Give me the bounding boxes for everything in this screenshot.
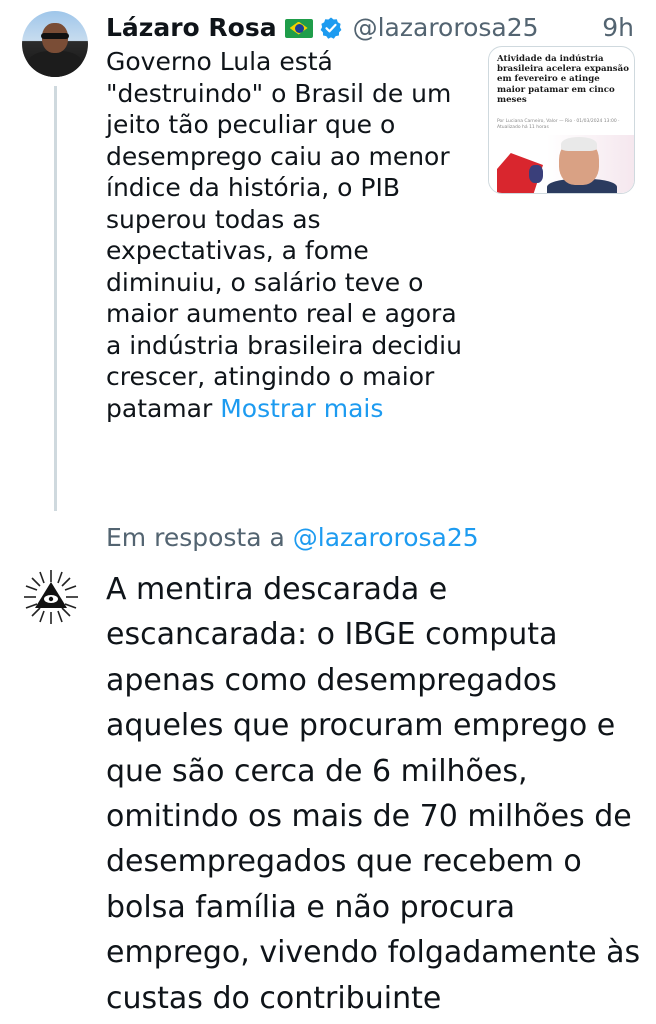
tweet-header: Lázaro Rosa @lazarorosa25 9h — [106, 8, 634, 48]
in-reply-to: Em resposta a @lazarorosa25 — [106, 520, 479, 556]
media-byline: Por Luciana Carneiro, Valor — Rio · 01/0… — [497, 119, 620, 130]
thread-line — [54, 86, 57, 511]
tweet-media-image[interactable]: Atividade da indústria brasileira aceler… — [488, 46, 635, 194]
avatar-shirt — [28, 51, 82, 77]
in-reply-to-label: Em resposta a — [106, 523, 285, 552]
in-reply-to-handle[interactable]: @lazarorosa25 — [293, 523, 479, 552]
tweet-text: Governo Lula está "destruindo" o Brasil … — [106, 46, 474, 424]
show-more-link[interactable]: Mostrar mais — [220, 394, 383, 423]
verified-badge-icon[interactable] — [319, 16, 343, 40]
brazil-flag-icon — [284, 18, 313, 38]
author-avatar[interactable] — [22, 11, 88, 77]
avatar-sunglasses — [41, 33, 69, 39]
author-handle[interactable]: @lazarorosa25 — [353, 8, 539, 48]
media-photo — [489, 135, 634, 193]
media-headline: Atividade da indústria brasileira aceler… — [497, 54, 629, 105]
tweet-timestamp[interactable]: 9h — [602, 8, 634, 48]
reply-author-avatar[interactable] — [22, 568, 80, 626]
author-name[interactable]: Lázaro Rosa — [106, 8, 277, 48]
reply-text: A mentira descarada e escancarada: o IBG… — [106, 572, 641, 1016]
tweet-body: Governo Lula está "destruindo" o Brasil … — [106, 47, 462, 423]
